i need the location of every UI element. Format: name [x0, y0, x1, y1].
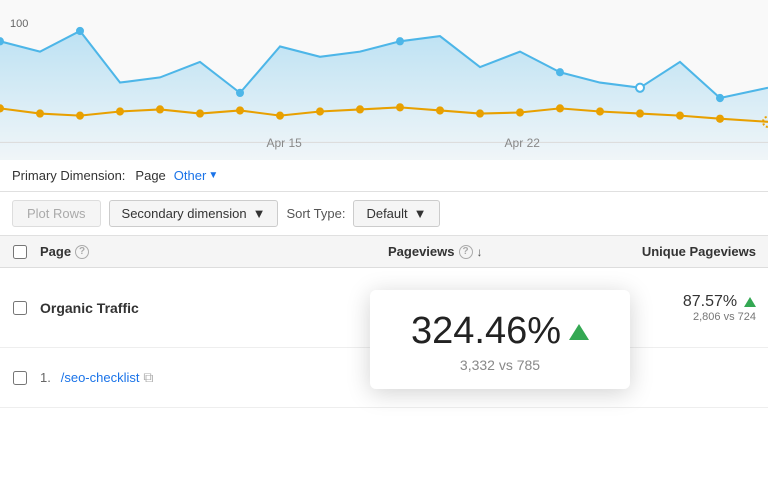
orange-dot [716, 115, 724, 123]
sort-default-label: Default [366, 206, 407, 221]
copy-icon[interactable]: ⧉ [143, 369, 153, 385]
orange-dot [156, 105, 164, 113]
orange-dot [476, 109, 484, 117]
seo-page-link[interactable]: /seo-checklist [61, 370, 140, 385]
sort-chevron-icon: ▼ [414, 206, 427, 221]
table-header: Page ? Pageviews ? ↓ Unique Pageviews [0, 236, 768, 268]
orange-dot [636, 109, 644, 117]
organic-traffic-label: Organic Traffic [40, 300, 139, 316]
blue-dot [556, 68, 564, 76]
orange-dot [596, 107, 604, 115]
secondary-dim-chevron-icon: ▼ [253, 206, 266, 221]
orange-dot [36, 109, 44, 117]
tooltip-up-arrow-icon [569, 324, 589, 340]
orange-dot [236, 106, 244, 114]
secondary-dimension-button[interactable]: Secondary dimension ▼ [109, 200, 279, 227]
orange-dot [116, 107, 124, 115]
page-dimension-label: Page [135, 168, 165, 183]
blue-dot [716, 94, 724, 102]
unique-pageviews-header-label: Unique Pageviews [642, 244, 756, 259]
row-checkbox-cell [0, 371, 40, 385]
orange-dot [436, 106, 444, 114]
sort-arrow-icon[interactable]: ↓ [477, 245, 483, 259]
orange-dot [316, 107, 324, 115]
page-help-icon[interactable]: ? [75, 245, 89, 259]
tooltip-main-value-row: 324.46% [394, 310, 606, 353]
tooltip-percentage: 324.46% [411, 310, 561, 353]
orange-dot [76, 111, 84, 119]
other-dimension-button[interactable]: Other ▼ [174, 168, 218, 183]
chart-svg [0, 0, 768, 160]
pageviews-header-label: Pageviews [388, 244, 455, 259]
up-arrow-icon [744, 297, 756, 307]
tooltip-sub-value: 3,332 vs 785 [394, 357, 606, 373]
chart-area: 100 [0, 0, 768, 160]
row-checkbox[interactable] [13, 371, 27, 385]
select-all-checkbox[interactable] [13, 245, 27, 259]
unique-pct-value: 87.57% [683, 293, 737, 310]
orange-dot [676, 111, 684, 119]
seo-page-cell: 1. /seo-checklist ⧉ [40, 359, 388, 396]
chart-label-apr22: Apr 22 [505, 136, 540, 150]
blue-dot [396, 37, 404, 45]
row-checkbox-cell [0, 301, 40, 315]
chart-label-apr15: Apr 15 [266, 136, 301, 150]
chart-y-label: 100 [10, 18, 28, 30]
primary-dimension-row: Primary Dimension: Page Other ▼ [0, 160, 768, 192]
blue-area [0, 31, 768, 160]
orange-dot [396, 103, 404, 111]
secondary-dim-label: Secondary dimension [122, 206, 247, 221]
row-number: 1. [40, 370, 51, 385]
row-checkbox[interactable] [13, 301, 27, 315]
blue-dot-hollow [636, 84, 644, 92]
comparison-tooltip: 324.46% 3,332 vs 785 [370, 290, 630, 389]
chevron-down-icon: ▼ [208, 170, 218, 181]
orange-dot [356, 105, 364, 113]
other-label: Other [174, 168, 207, 183]
orange-dot [516, 108, 524, 116]
organic-traffic-cell: Organic Traffic [40, 290, 388, 326]
orange-dot [196, 109, 204, 117]
sort-type-label: Sort Type: [286, 206, 345, 221]
blue-dot [236, 89, 244, 97]
toolbar-row: Plot Rows Secondary dimension ▼ Sort Typ… [0, 192, 768, 236]
blue-dot [76, 27, 84, 35]
pageviews-help-icon[interactable]: ? [459, 245, 473, 259]
sort-default-button[interactable]: Default ▼ [353, 200, 439, 227]
orange-dot [276, 111, 284, 119]
header-pageviews: Pageviews ? ↓ [388, 244, 588, 259]
orange-dot [556, 104, 564, 112]
header-checkbox-cell [0, 245, 40, 259]
header-unique-pageviews: Unique Pageviews [588, 244, 768, 259]
page-header-label: Page [40, 244, 71, 259]
header-page: Page ? [40, 244, 388, 259]
plot-rows-button[interactable]: Plot Rows [12, 200, 101, 227]
primary-dimension-label: Primary Dimension: [12, 168, 125, 183]
